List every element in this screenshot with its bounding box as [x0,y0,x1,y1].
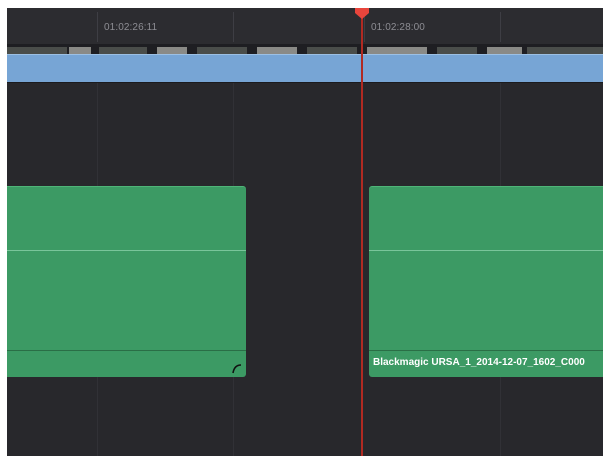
ruler-tick [97,12,98,42]
audio-clip[interactable] [7,186,246,377]
thumbnail [367,47,427,54]
waveform-line [369,250,603,251]
clip-footer [7,350,246,377]
thumbnail [197,47,247,54]
playhead-line[interactable] [361,8,363,456]
timecode-ruler[interactable]: 01:02:26:11 01:02:28:00 [7,8,603,44]
timecode-label: 01:02:28:00 [371,22,425,33]
thumbnail [157,47,187,54]
ruler-tick [233,12,234,42]
thumbnail [257,47,297,54]
ruler-tick [500,12,501,42]
thumbnail [99,47,147,54]
timecode-label: 01:02:26:11 [104,22,158,33]
audio-clip[interactable]: Blackmagic URSA_1_2014-12-07_1602_C000 [369,186,603,377]
thumbnail [487,47,522,54]
thumbnail [437,47,477,54]
thumbnail [307,47,357,54]
clip-footer: Blackmagic URSA_1_2014-12-07_1602_C000 [369,350,603,377]
thumbnail [7,47,67,54]
thumbnail [527,47,603,54]
waveform-line [7,250,246,251]
playhead-marker-icon[interactable] [353,8,371,20]
video-clip-bar[interactable] [7,54,603,83]
fade-handle-icon[interactable] [232,364,242,374]
thumbnail [69,47,91,54]
clip-name: Blackmagic URSA_1_2014-12-07_1602_C000 [373,357,585,368]
timeline-panel[interactable]: 01:02:26:11 01:02:28:00 Blackmagic URSA_… [7,8,603,456]
video-thumbnail-strip [7,44,603,54]
